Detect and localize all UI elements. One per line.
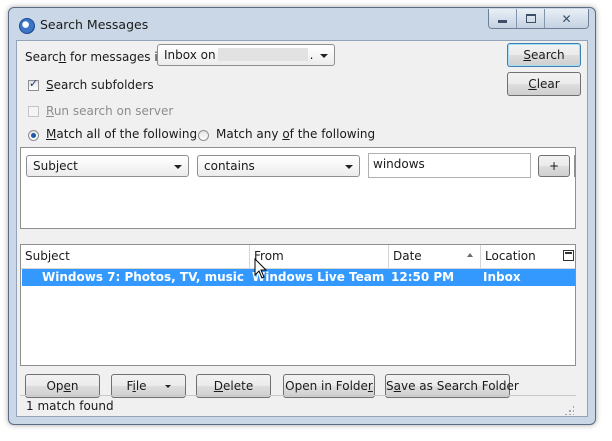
clear-button[interactable]: Clear <box>507 72 581 96</box>
open-button-pre: Op <box>46 379 64 393</box>
open-in-folder-accel: r <box>367 379 373 393</box>
chevron-down-icon <box>174 165 182 169</box>
dialog-client-area: Search for messages in: Inbox on. Search… <box>16 40 588 417</box>
search-button[interactable]: Search <box>507 43 581 67</box>
match-all-text: atch all of the following <box>56 127 198 141</box>
row-from: Windows Live Team <box>252 270 385 284</box>
chevron-down-icon <box>320 54 328 58</box>
search-button-label: earch <box>531 48 565 62</box>
results-list: Subject From Date Location Windows 7: Ph… <box>20 244 576 366</box>
search-button-accel: S <box>523 48 531 62</box>
maximize-icon <box>525 14 536 23</box>
criteria-operator-value: contains <box>204 159 255 173</box>
add-criteria-button[interactable]: + <box>538 155 570 177</box>
status-text: 1 match found <box>26 399 114 413</box>
criteria-field-dropdown[interactable]: Subject <box>26 155 189 177</box>
criteria-operator-dropdown[interactable]: contains <box>197 155 360 177</box>
sort-ascending-icon <box>467 253 473 257</box>
file-button-post: le <box>135 379 147 393</box>
search-in-label-post: for messages in: <box>66 50 170 64</box>
delete-button-accel: D <box>213 379 224 393</box>
maximize-button[interactable] <box>517 9 545 28</box>
search-in-label: Search for messages in: <box>25 50 169 64</box>
minimize-icon <box>498 20 507 23</box>
open-in-folder-pre: Open in Folde <box>285 379 368 393</box>
table-row[interactable]: Windows 7: Photos, TV, music and ... Win… <box>22 269 575 286</box>
add-icon: + <box>548 159 560 173</box>
run-on-server-text: un search on server <box>53 104 174 118</box>
save-as-post: ve as Search Folder <box>400 379 519 393</box>
row-location: Inbox <box>483 270 521 284</box>
column-header-subject[interactable]: Subject <box>21 245 250 268</box>
title-bar[interactable]: Search Messages ✕ <box>9 8 595 40</box>
close-button[interactable]: ✕ <box>545 9 588 28</box>
match-any-accel: o <box>282 127 290 141</box>
window-title: Search Messages <box>40 17 149 32</box>
minimize-button[interactable] <box>489 9 517 28</box>
row-subject: Windows 7: Photos, TV, music and ... <box>42 270 247 284</box>
results-header: Subject From Date Location <box>21 245 575 269</box>
run-on-server-checkbox[interactable] <box>28 106 39 117</box>
caption-buttons: ✕ <box>488 9 589 29</box>
resize-grip[interactable] <box>564 405 574 415</box>
match-any-text: f the following <box>289 127 376 141</box>
search-subfolders-text: earch subfolders <box>53 78 154 92</box>
run-on-server-label: Run search on server <box>46 104 173 118</box>
match-all-label: Match all of the following <box>46 127 197 141</box>
status-bar: 1 match found <box>20 395 576 417</box>
search-subfolders-checkbox[interactable] <box>28 77 39 91</box>
criteria-field-value: Subject <box>33 159 78 173</box>
run-on-server-accel: R <box>46 104 54 118</box>
redacted-account <box>217 48 308 61</box>
match-any-radio[interactable] <box>198 130 209 141</box>
match-any-label: Match any of the following <box>216 127 375 141</box>
column-picker-icon[interactable] <box>563 250 574 261</box>
save-as-pre: S <box>386 379 394 393</box>
save-as-accel: a <box>393 379 401 393</box>
column-header-date[interactable]: Date <box>389 245 481 268</box>
thunderbird-app-icon <box>19 18 35 34</box>
match-all-accel: M <box>46 127 57 141</box>
search-messages-window: Search Messages ✕ Search for messages in… <box>8 7 596 425</box>
clear-button-label: lear <box>536 77 560 91</box>
match-any-pre: Match any <box>216 127 283 141</box>
search-folder-dropdown[interactable]: Inbox on. <box>157 44 335 66</box>
column-header-from[interactable]: From <box>250 245 389 268</box>
mouse-cursor-icon <box>254 258 268 279</box>
column-header-date-label: Date <box>393 249 422 263</box>
search-criteria-list: Subject contains windows + <box>20 147 576 229</box>
search-folder-value-end: . <box>309 48 314 62</box>
clear-button-accel: C <box>528 77 537 91</box>
delete-button-label: elete <box>223 379 254 393</box>
column-header-location-label: Location <box>485 249 536 263</box>
close-icon: ✕ <box>561 11 572 26</box>
open-button-accel: e <box>63 379 71 393</box>
match-all-radio[interactable] <box>28 130 39 141</box>
column-header-location[interactable]: Location <box>481 245 575 268</box>
row-date: 12:50 PM <box>391 270 455 284</box>
criteria-value-input[interactable]: windows <box>368 153 531 178</box>
search-folder-value: Inbox on <box>164 48 216 62</box>
remove-criteria-button-edge[interactable] <box>574 155 577 177</box>
search-subfolders-accel: S <box>46 78 54 92</box>
search-in-label-pre: Searc <box>25 50 59 64</box>
open-button-post: n <box>70 379 79 393</box>
chevron-down-icon <box>345 165 353 169</box>
search-subfolders-label: Search subfolders <box>46 78 154 92</box>
dropdown-arrow-icon <box>164 385 171 388</box>
